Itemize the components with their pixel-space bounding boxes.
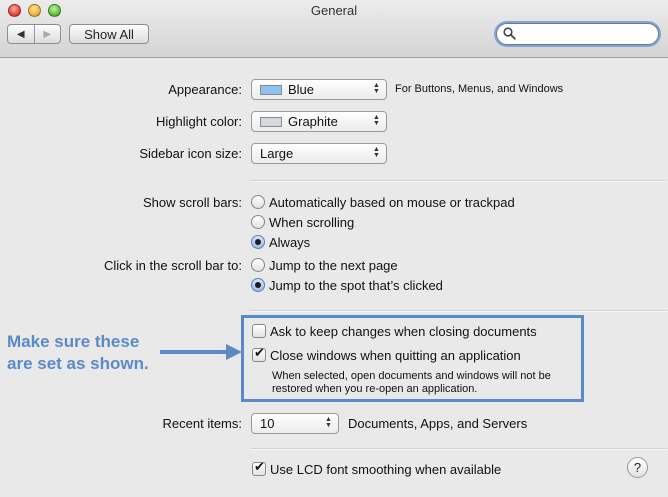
highlight-swatch — [260, 116, 282, 127]
appearance-swatch — [260, 84, 282, 95]
back-forward-group: ◀ ▶ — [7, 24, 61, 44]
popup-arrows-icon: ▲ ▼ — [373, 114, 380, 127]
close-windows-label: Close windows when quitting an applicati… — [270, 348, 521, 363]
ask-keep-changes-label: Ask to keep changes when closing documen… — [270, 324, 537, 339]
help-button[interactable]: ? — [627, 457, 648, 478]
ask-keep-changes-checkbox[interactable] — [252, 324, 266, 338]
jump-to-spot-radio[interactable] — [251, 278, 265, 292]
divider — [250, 448, 666, 450]
scroll-bars-when-scrolling-radio[interactable] — [251, 215, 265, 229]
jump-next-page-radio[interactable] — [251, 258, 265, 272]
annotation-text: Make sure these are set as shown. — [7, 331, 149, 375]
highlight-color-popup[interactable]: Graphite ▲ ▼ — [251, 111, 387, 132]
lcd-smoothing-checkbox[interactable] — [252, 460, 266, 476]
sidebar-icon-size-popup[interactable]: Large ▲ ▼ — [251, 143, 387, 164]
search-input[interactable] — [519, 26, 653, 43]
popup-arrows-icon: ▲ ▼ — [373, 146, 380, 159]
appearance-popup[interactable]: Blue ▲ ▼ — [251, 79, 387, 100]
title-bar: General ◀ ▶ Show All — [0, 0, 668, 58]
window-title: General — [310, 3, 358, 18]
appearance-value: Blue — [288, 82, 315, 97]
system-preferences-window: General ◀ ▶ Show All Appearance: Blue ▲ ▼… — [0, 0, 668, 497]
highlight-color-value: Graphite — [288, 114, 338, 129]
recent-items-suffix: Documents, Apps, and Servers — [348, 416, 528, 431]
recent-items-label: Recent items: — [162, 416, 242, 431]
popup-arrows-icon: ▲ ▼ — [325, 416, 332, 429]
popup-arrows-icon: ▲ ▼ — [373, 82, 380, 95]
divider — [250, 180, 666, 182]
divider — [250, 310, 666, 312]
forward-arrow-icon[interactable]: ▶ — [33, 25, 61, 43]
scroll-bars-always-radio[interactable] — [251, 235, 265, 249]
scroll-bars-when-scrolling-label: When scrolling — [269, 215, 355, 230]
scroll-bars-auto-label: Automatically based on mouse or trackpad — [269, 195, 515, 210]
appearance-label: Appearance: — [168, 82, 242, 97]
sidebar-icon-size-value: Large — [260, 146, 294, 161]
back-arrow-icon[interactable]: ◀ — [8, 25, 34, 43]
lcd-smoothing-label: Use LCD font smoothing when available — [270, 462, 502, 477]
show-scroll-bars-label: Show scroll bars: — [143, 195, 242, 210]
jump-to-spot-label: Jump to the spot that’s clicked — [269, 278, 443, 293]
jump-next-page-label: Jump to the next page — [269, 258, 398, 273]
recent-items-value: 10 — [260, 416, 275, 431]
highlight-color-label: Highlight color: — [156, 114, 242, 129]
close-windows-note-line-1: When selected, open documents and window… — [272, 370, 551, 382]
show-all-button[interactable]: Show All — [69, 24, 149, 44]
annotation-line-2: are set as shown. — [7, 354, 149, 373]
search-icon — [503, 27, 516, 40]
scroll-bars-always-label: Always — [269, 235, 311, 250]
search-field[interactable] — [496, 23, 659, 45]
sidebar-icon-size-label: Sidebar icon size: — [139, 146, 242, 161]
click-scroll-bar-label: Click in the scroll bar to: — [104, 258, 242, 273]
close-windows-checkbox[interactable] — [252, 346, 266, 362]
annotation-line-1: Make sure these — [7, 332, 140, 351]
scroll-bars-auto-radio[interactable] — [251, 195, 265, 209]
recent-items-popup[interactable]: 10 ▲ ▼ — [251, 413, 339, 434]
annotation-arrow-icon — [160, 344, 242, 360]
close-windows-note-line-2: restored when you re-open an application… — [272, 383, 478, 395]
appearance-note: For Buttons, Menus, and Windows — [395, 83, 564, 95]
